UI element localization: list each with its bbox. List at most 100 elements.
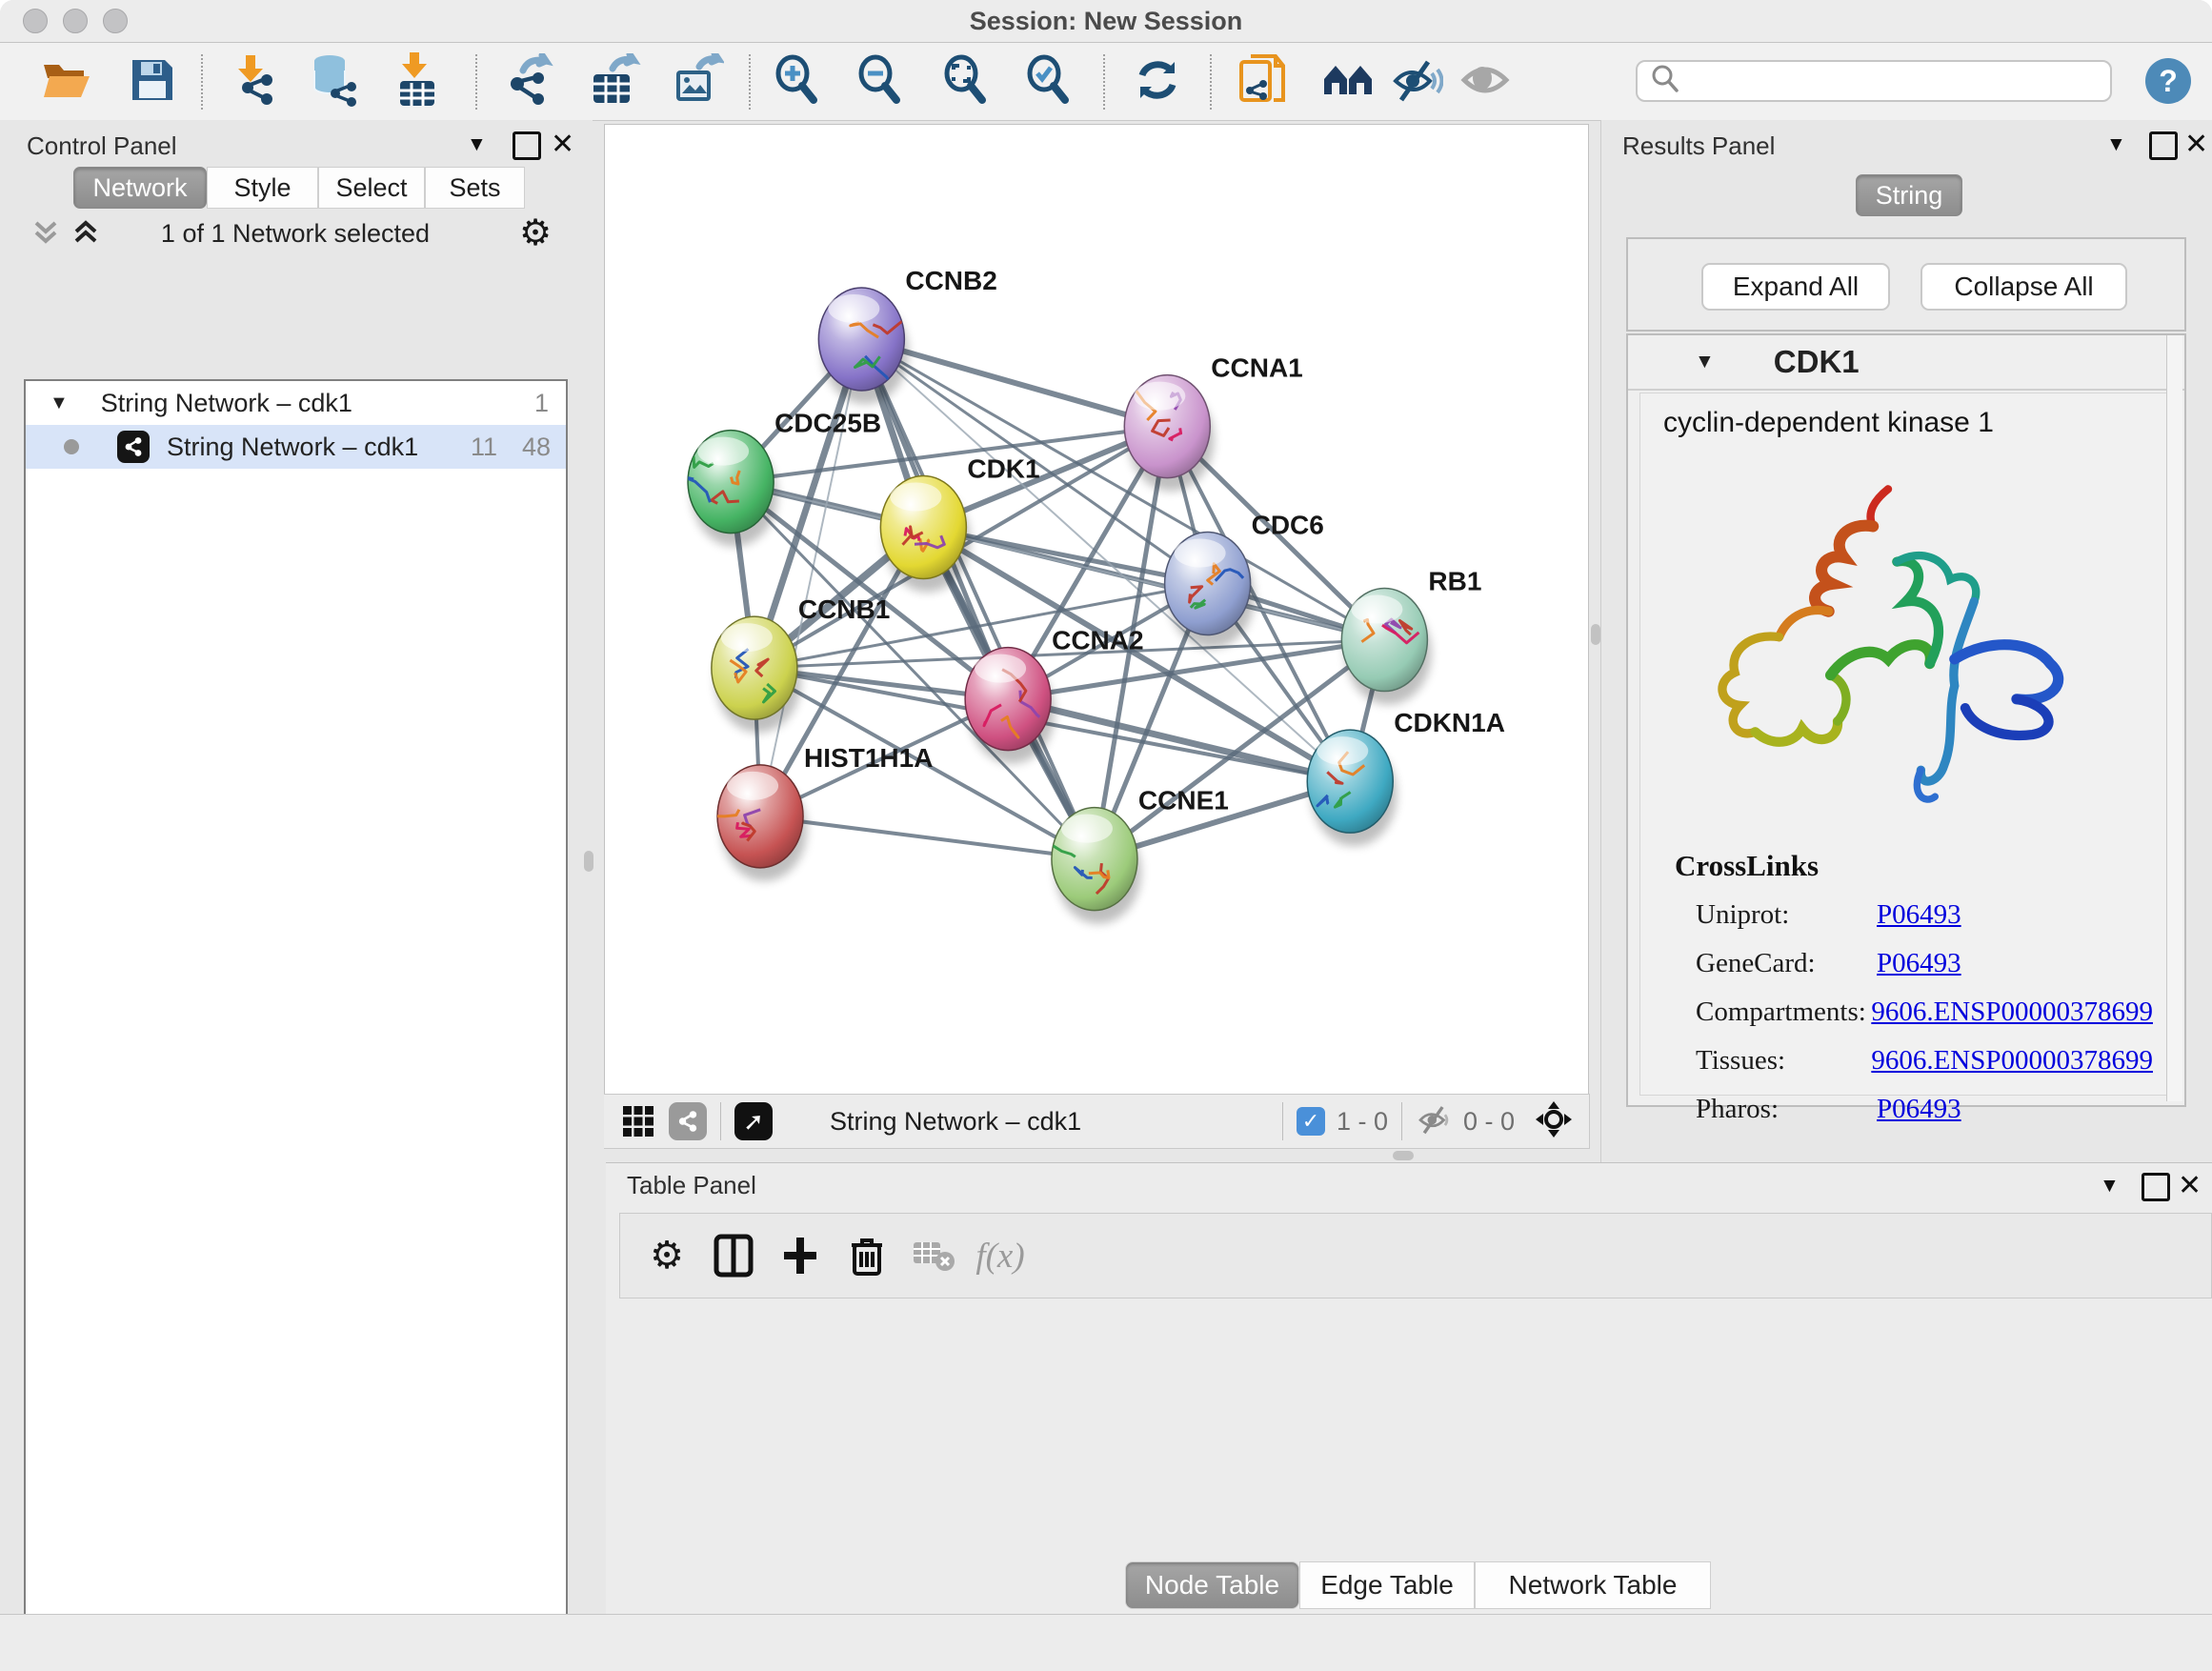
network-node-ccna2[interactable]: CCNA2 (965, 626, 1143, 764)
entry-header[interactable]: ▼ CDK1 (1628, 335, 2184, 391)
open-session-button[interactable] (37, 52, 96, 111)
tab-sets[interactable]: Sets (425, 167, 525, 209)
expand-all-networks-icon[interactable] (29, 215, 63, 254)
collection-count: 1 (534, 389, 549, 418)
show-columns-icon[interactable] (700, 1227, 767, 1284)
birdseye-view-icon[interactable]: ➚ (734, 1102, 773, 1140)
collapse-panel-icon[interactable]: ▼ (2100, 1175, 2120, 1198)
network-row[interactable]: String Network – cdk1 11 48 (26, 425, 566, 469)
export-table-icon (588, 53, 641, 111)
network-node-hist1h1a[interactable]: HIST1H1A (711, 743, 933, 881)
close-panel-icon[interactable]: ✕ (2178, 1169, 2202, 1202)
zoom-in-icon (772, 54, 823, 111)
network-view-toolbar: ➚ String Network – cdk1 ✓ 1 - 0 0 - 0 (604, 1094, 1590, 1149)
crosslink-label: Tissues: (1696, 1045, 1871, 1077)
show-all-button[interactable] (1456, 52, 1515, 111)
zoom-fit-button[interactable] (936, 52, 995, 111)
network-node-cdc6[interactable]: CDC6 (1165, 511, 1324, 649)
tab-node-table[interactable]: Node Table (1125, 1561, 1299, 1609)
add-column-icon[interactable] (767, 1227, 834, 1284)
crosslink-label: Uniprot: (1696, 899, 1877, 931)
toolbar-separator (1210, 54, 1212, 110)
gear-icon[interactable]: ⚙ (633, 1227, 700, 1284)
tab-select[interactable]: Select (318, 167, 425, 209)
entry-description: cyclin-dependent kinase 1 (1663, 407, 1994, 439)
crosslink-row: Pharos:P06493 (1696, 1085, 2153, 1134)
zoom-in-button[interactable] (768, 52, 827, 111)
network-node-count: 11 (471, 433, 497, 462)
export-table-button[interactable] (585, 52, 644, 111)
crosslink-link[interactable]: P06493 (1877, 1094, 1961, 1125)
collapse-all-button[interactable]: Collapse All (1920, 263, 2127, 311)
control-panel-tabs: NetworkStyleSelectSets (73, 167, 525, 209)
tab-string[interactable]: String (1856, 174, 1962, 216)
network-selection-status: 1 of 1 Network selected (105, 219, 486, 249)
expand-all-button[interactable]: Expand All (1701, 263, 1890, 311)
first-neighbors-button[interactable] (1319, 52, 1378, 111)
save-session-button[interactable] (123, 52, 182, 111)
network-node-ccnb2[interactable]: CCNB2 (818, 266, 996, 404)
import-table-button[interactable] (387, 52, 446, 111)
tab-edge-table[interactable]: Edge Table (1299, 1561, 1475, 1609)
grid-view-icon[interactable] (619, 1102, 657, 1140)
title-bar: Session: New Session (0, 0, 2212, 43)
hide-selected-button[interactable] (1387, 52, 1446, 111)
crosslink-link[interactable]: 9606.ENSP00000378699 (1871, 1045, 2153, 1077)
results-scrollbar[interactable] (2166, 335, 2182, 1101)
tab-network-table[interactable]: Network Table (1475, 1561, 1711, 1609)
network-canvas[interactable]: CCNB2CCNA1CDC25BCDK1CDC6RB1CCNB1CCNA2CDK… (604, 124, 1589, 1096)
collapse-panel-icon[interactable]: ▼ (467, 133, 487, 156)
crosslink-row: Tissues:9606.ENSP00000378699 (1696, 1037, 2153, 1085)
node-label: CDKN1A (1394, 708, 1505, 737)
close-panel-icon[interactable]: ✕ (551, 128, 574, 161)
entry-disclosure-icon[interactable]: ▼ (1695, 351, 1715, 373)
network-node-ccne1[interactable]: CCNE1 (1049, 786, 1229, 924)
left-splitter-handle[interactable] (584, 851, 593, 872)
gear-icon[interactable]: ⚙ (519, 211, 552, 254)
node-label: CCNB2 (905, 266, 996, 295)
tab-style[interactable]: Style (207, 167, 318, 209)
eye-slash-icon (1390, 56, 1443, 109)
float-panel-icon[interactable] (2142, 1173, 2170, 1201)
export-network-button[interactable] (499, 52, 558, 111)
network-view-icon[interactable] (669, 1102, 707, 1140)
node-label: CDC6 (1252, 511, 1324, 540)
crosslink-row: Uniprot:P06493 (1696, 891, 2153, 939)
network-collection-row[interactable]: ▼ String Network – cdk1 1 (26, 381, 566, 425)
network-node-rb1[interactable]: RB1 (1341, 567, 1481, 705)
bottom-splitter-handle[interactable] (1393, 1151, 1414, 1160)
network-node-cdkn1a[interactable]: CDKN1A (1307, 708, 1505, 846)
crosslink-link[interactable]: P06493 (1877, 948, 1961, 979)
database-icon (307, 53, 360, 111)
crosslink-link[interactable]: P06493 (1877, 899, 1961, 931)
import-network-file-button[interactable] (223, 52, 282, 111)
delete-column-icon[interactable] (834, 1227, 900, 1284)
hidden-count: 0 - 0 (1463, 1107, 1515, 1137)
network-node-cdc25b[interactable]: CDC25B (684, 409, 881, 547)
import-network-database-button[interactable] (304, 52, 363, 111)
collapse-all-networks-icon[interactable] (69, 215, 103, 254)
crosslink-link[interactable]: 9606.ENSP00000378699 (1871, 997, 2153, 1028)
search-input[interactable] (1681, 67, 2095, 96)
tab-network[interactable]: Network (73, 167, 207, 209)
right-splitter-handle[interactable] (1591, 624, 1600, 645)
toolbar-separator (749, 54, 751, 110)
copy-network-icon (1237, 52, 1287, 112)
network-view-title: String Network – cdk1 (830, 1107, 1081, 1137)
node-label: HIST1H1A (804, 743, 933, 773)
new-network-from-selection-button[interactable] (1233, 52, 1292, 111)
float-panel-icon[interactable] (2149, 131, 2178, 160)
selected-checkbox-icon[interactable]: ✓ (1297, 1107, 1325, 1136)
collection-disclosure-icon[interactable]: ▼ (50, 393, 69, 414)
close-panel-icon[interactable]: ✕ (2184, 128, 2208, 161)
fit-content-icon[interactable] (1534, 1099, 1574, 1144)
question-icon: ? (2159, 64, 2178, 99)
help-button[interactable]: ? (2145, 58, 2191, 104)
apply-layout-button[interactable] (1128, 52, 1187, 111)
float-panel-icon[interactable] (513, 131, 541, 160)
collapse-panel-icon[interactable]: ▼ (2106, 133, 2126, 156)
import-network-icon (227, 53, 278, 111)
zoom-out-button[interactable] (851, 52, 910, 111)
export-image-button[interactable] (668, 52, 727, 111)
zoom-selected-button[interactable] (1019, 52, 1078, 111)
